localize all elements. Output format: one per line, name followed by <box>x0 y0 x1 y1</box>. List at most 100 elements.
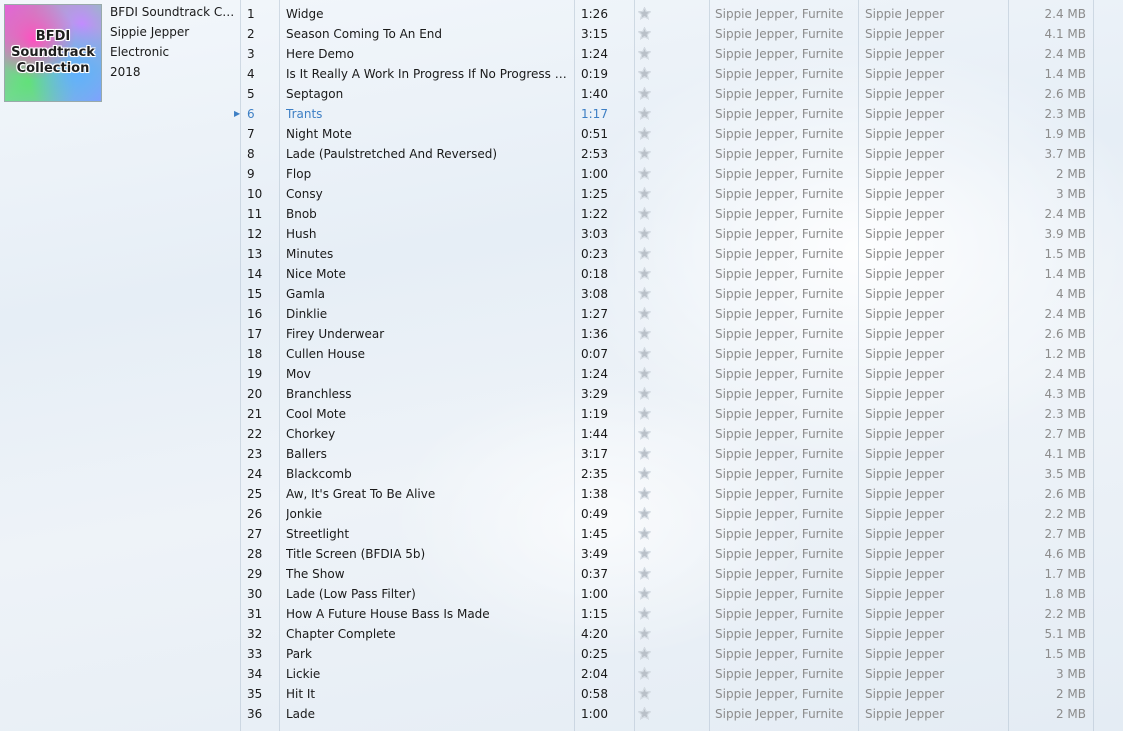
star-icon[interactable] <box>638 227 651 241</box>
track-title[interactable]: Streetlight <box>286 524 568 544</box>
track-title[interactable]: Season Coming To An End <box>286 24 568 44</box>
track-title[interactable]: Jonkie <box>286 504 568 524</box>
star-icon[interactable] <box>638 347 651 361</box>
rating-stars[interactable] <box>638 327 704 341</box>
rating-stars[interactable] <box>638 247 704 261</box>
track-row[interactable]: 36 Lade 1:00 Sippie Jepper, Furnite Sippie J… <box>238 704 1094 724</box>
star-icon[interactable] <box>638 667 651 681</box>
track-row[interactable]: 22 Chorkey 1:44 Sippie Jepper, Furnite Sippi… <box>238 424 1094 444</box>
rating-stars[interactable] <box>638 367 704 381</box>
rating-stars[interactable] <box>638 627 704 641</box>
star-icon[interactable] <box>638 367 651 381</box>
star-icon[interactable] <box>638 507 651 521</box>
track-row[interactable]: 13 Minutes 0:23 Sippie Jepper, Furnite Sippi… <box>238 244 1094 264</box>
star-icon[interactable] <box>638 407 651 421</box>
track-row[interactable]: 4 Is It Really A Work In Progress If No P… <box>238 64 1094 84</box>
track-title[interactable]: Widge <box>286 4 568 24</box>
track-row[interactable]: 20 Branchless 3:29 Sippie Jepper, Furnite Si… <box>238 384 1094 404</box>
track-row[interactable]: 9 Flop 1:00 Sippie Jepper, Furnite Sippie Je… <box>238 164 1094 184</box>
star-icon[interactable] <box>638 7 651 21</box>
track-title[interactable]: Cool Mote <box>286 404 568 424</box>
track-row[interactable]: 19 Mov 1:24 Sippie Jepper, Furnite Sippie Je… <box>238 364 1094 384</box>
rating-stars[interactable] <box>638 507 704 521</box>
track-row[interactable]: 28 Title Screen (BFDIA 5b) 3:49 Sippie Jepp… <box>238 544 1094 564</box>
star-icon[interactable] <box>638 567 651 581</box>
track-title[interactable]: Blackcomb <box>286 464 568 484</box>
track-title[interactable]: Park <box>286 644 568 664</box>
track-row[interactable]: 29 The Show 0:37 Sippie Jepper, Furnite Sipp… <box>238 564 1094 584</box>
rating-stars[interactable] <box>638 687 704 701</box>
track-row[interactable]: 34 Lickie 2:04 Sippie Jepper, Furnite Sippie… <box>238 664 1094 684</box>
album-year[interactable]: 2018 <box>110 64 235 84</box>
rating-stars[interactable] <box>638 467 704 481</box>
track-row[interactable]: 23 Ballers 3:17 Sippie Jepper, Furnite Sippi… <box>238 444 1094 464</box>
rating-stars[interactable] <box>638 187 704 201</box>
rating-stars[interactable] <box>638 347 704 361</box>
track-title[interactable]: Branchless <box>286 384 568 404</box>
track-row[interactable]: 3 Here Demo 1:24 Sippie Jepper, Furnite Sipp… <box>238 44 1094 64</box>
rating-stars[interactable] <box>638 527 704 541</box>
track-title[interactable]: Consy <box>286 184 568 204</box>
rating-stars[interactable] <box>638 267 704 281</box>
star-icon[interactable] <box>638 327 651 341</box>
album-genre[interactable]: Electronic <box>110 44 235 64</box>
star-icon[interactable] <box>638 627 651 641</box>
rating-stars[interactable] <box>638 127 704 141</box>
track-title[interactable]: Firey Underwear <box>286 324 568 344</box>
rating-stars[interactable] <box>638 447 704 461</box>
track-row[interactable]: ▶ 6 Trants 1:17 Sippie Jepper, Furnite Sippie… <box>234 104 1094 124</box>
rating-stars[interactable] <box>638 147 704 161</box>
star-icon[interactable] <box>638 107 651 121</box>
album-artist[interactable]: Sippie Jepper <box>110 24 235 44</box>
star-icon[interactable] <box>638 607 651 621</box>
track-row[interactable]: 27 Streetlight 1:45 Sippie Jepper, Furnite S… <box>238 524 1094 544</box>
rating-stars[interactable] <box>638 27 704 41</box>
star-icon[interactable] <box>638 647 651 661</box>
track-title[interactable]: Chapter Complete <box>286 624 568 644</box>
album-title[interactable]: BFDI Soundtrack Coll... <box>110 4 235 24</box>
star-icon[interactable] <box>638 247 651 261</box>
star-icon[interactable] <box>638 447 651 461</box>
track-row[interactable]: 33 Park 0:25 Sippie Jepper, Furnite Sippie J… <box>238 644 1094 664</box>
track-row[interactable]: 16 Dinklie 1:27 Sippie Jepper, Furnite Sippi… <box>238 304 1094 324</box>
star-icon[interactable] <box>638 387 651 401</box>
track-title[interactable]: Here Demo <box>286 44 568 64</box>
track-title[interactable]: Lickie <box>286 664 568 684</box>
star-icon[interactable] <box>638 547 651 561</box>
star-icon[interactable] <box>638 707 651 721</box>
track-row[interactable]: 14 Nice Mote 0:18 Sippie Jepper, Furnite Sip… <box>238 264 1094 284</box>
star-icon[interactable] <box>638 687 651 701</box>
star-icon[interactable] <box>638 167 651 181</box>
star-icon[interactable] <box>638 67 651 81</box>
rating-stars[interactable] <box>638 387 704 401</box>
track-row[interactable]: 7 Night Mote 0:51 Sippie Jepper, Furnite Sip… <box>238 124 1094 144</box>
track-row[interactable]: 30 Lade (Low Pass Filter) 1:00 Sippie Jeppe… <box>238 584 1094 604</box>
rating-stars[interactable] <box>638 607 704 621</box>
star-icon[interactable] <box>638 187 651 201</box>
track-title[interactable]: Night Mote <box>286 124 568 144</box>
track-title[interactable]: Trants <box>286 104 568 124</box>
track-row[interactable]: 24 Blackcomb 2:35 Sippie Jepper, Furnite Sip… <box>238 464 1094 484</box>
rating-stars[interactable] <box>638 107 704 121</box>
rating-stars[interactable] <box>638 667 704 681</box>
star-icon[interactable] <box>638 127 651 141</box>
rating-stars[interactable] <box>638 67 704 81</box>
rating-stars[interactable] <box>638 407 704 421</box>
track-row[interactable]: 2 Season Coming To An End 3:15 Sippie Jeppe… <box>238 24 1094 44</box>
track-title[interactable]: Bnob <box>286 204 568 224</box>
track-title[interactable]: Minutes <box>286 244 568 264</box>
rating-stars[interactable] <box>638 707 704 721</box>
track-row[interactable]: 8 Lade (Paulstretched And Reversed) 2:53 Si… <box>238 144 1094 164</box>
track-title[interactable]: Aw, It's Great To Be Alive <box>286 484 568 504</box>
star-icon[interactable] <box>638 307 651 321</box>
track-row[interactable]: 11 Bnob 1:22 Sippie Jepper, Furnite Sippie J… <box>238 204 1094 224</box>
track-title[interactable]: Hit It <box>286 684 568 704</box>
track-title[interactable]: Title Screen (BFDIA 5b) <box>286 544 568 564</box>
track-row[interactable]: 18 Cullen House 0:07 Sippie Jepper, Furnite… <box>238 344 1094 364</box>
track-row[interactable]: 17 Firey Underwear 1:36 Sippie Jepper, Furn… <box>238 324 1094 344</box>
star-icon[interactable] <box>638 47 651 61</box>
track-row[interactable]: 35 Hit It 0:58 Sippie Jepper, Furnite Sippie… <box>238 684 1094 704</box>
star-icon[interactable] <box>638 287 651 301</box>
track-row[interactable]: 31 How A Future House Bass Is Made 1:15 Sip… <box>238 604 1094 624</box>
track-title[interactable]: Gamla <box>286 284 568 304</box>
